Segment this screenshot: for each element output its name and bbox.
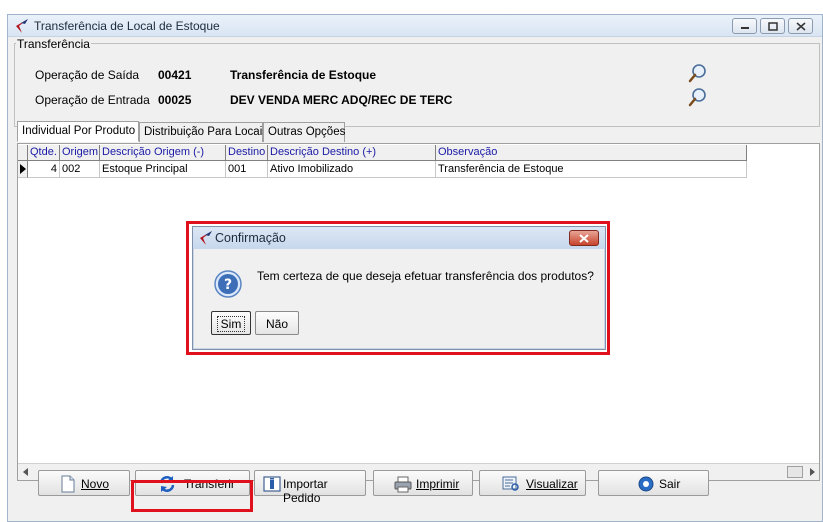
svg-text:?: ? <box>224 277 232 293</box>
scroll-thumb[interactable] <box>787 466 803 478</box>
app-logo-icon <box>200 231 212 245</box>
cell-descricao-destino[interactable]: Ativo Imobilizado <box>268 161 436 178</box>
imprimir-label: Imprimir <box>416 477 460 491</box>
grid-corner <box>18 145 28 161</box>
new-document-icon <box>61 475 75 493</box>
cell-origem[interactable]: 002 <box>60 161 100 178</box>
sair-button[interactable]: Sair <box>598 470 709 496</box>
minimize-icon <box>741 27 749 29</box>
cell-descricao-origem[interactable]: Estoque Principal <box>100 161 226 178</box>
maximize-button[interactable] <box>760 18 785 34</box>
imprimir-button[interactable]: Imprimir <box>373 470 473 496</box>
cell-observacao[interactable]: Transferência de Estoque <box>436 161 747 178</box>
tab-outras-opcoes[interactable]: Outras Opções <box>263 122 345 142</box>
visualizar-button[interactable]: Visualizar <box>479 470 586 496</box>
novo-button[interactable]: Novo <box>38 470 130 496</box>
sair-label: Sair <box>659 477 681 491</box>
cell-destino[interactable]: 001 <box>226 161 268 178</box>
maximize-icon <box>768 22 778 31</box>
tab-label: Individual Por Produto <box>22 125 136 137</box>
no-label: Não <box>265 317 288 331</box>
col-header-qtde[interactable]: Qtde. <box>28 145 60 161</box>
title-bar[interactable]: Transferência de Local de Estoque <box>8 15 822 37</box>
entrada-code[interactable]: 00025 <box>158 93 191 107</box>
transferencia-legend: Transferência <box>16 37 91 51</box>
row-indicator <box>18 161 28 178</box>
preview-icon <box>502 476 519 491</box>
transfer-icon <box>159 476 175 492</box>
dialog-title: Confirmação <box>215 231 286 245</box>
col-header-descricao-origem[interactable]: Descrição Origem (-) <box>100 145 226 161</box>
close-icon <box>579 234 589 243</box>
saida-label: Operação de Saída <box>35 68 140 82</box>
minimize-button[interactable] <box>732 18 757 34</box>
app-logo-icon <box>16 19 28 33</box>
exit-icon <box>638 476 654 492</box>
confirmation-dialog: Confirmação ? Tem certeza de que deseja … <box>192 226 606 350</box>
printer-icon <box>394 476 412 493</box>
tab-label: Distribuição Para Locais <box>144 126 269 138</box>
import-icon <box>263 476 281 492</box>
col-header-descricao-destino[interactable]: Descrição Destino (+) <box>268 145 436 161</box>
entrada-label: Operação de Entrada <box>35 93 150 107</box>
importar-pedido-button[interactable]: Importar Pedido <box>254 470 366 505</box>
tab-label: Outras Opções <box>268 126 346 138</box>
yes-button[interactable]: Sim <box>211 311 251 335</box>
transferir-button[interactable]: Transferir <box>135 470 250 496</box>
window-title: Transferência de Local de Estoque <box>34 19 220 33</box>
tab-distribuicao-para-locais[interactable]: Distribuição Para Locais <box>139 122 268 142</box>
scroll-right-icon[interactable] <box>808 468 816 476</box>
col-header-observacao[interactable]: Observação <box>436 145 747 161</box>
visualizar-label: Visualizar <box>526 477 578 491</box>
novo-label: Novo <box>81 477 110 491</box>
saida-description: Transferência de Estoque <box>230 68 377 82</box>
no-button[interactable]: Não <box>255 311 299 335</box>
transferencia-group <box>14 43 820 127</box>
close-button[interactable] <box>788 18 813 34</box>
transferir-label: Transferir <box>184 477 235 491</box>
importar-label: Importar Pedido <box>283 477 328 505</box>
cell-qtde[interactable]: 4 <box>28 161 60 178</box>
question-icon: ? <box>214 270 242 298</box>
col-header-origem[interactable]: Origem <box>60 145 100 161</box>
entrada-description: DEV VENDA MERC ADQ/REC DE TERC <box>230 93 453 107</box>
dialog-title-bar[interactable]: Confirmação <box>193 227 605 249</box>
saida-lookup-icon[interactable] <box>688 63 708 83</box>
dialog-message: Tem certeza de que deseja efetuar transf… <box>257 269 594 283</box>
tab-individual-por-produto[interactable]: Individual Por Produto <box>17 121 139 142</box>
yes-label: Sim <box>216 316 246 332</box>
scroll-left-icon[interactable] <box>22 468 30 476</box>
col-header-destino[interactable]: Destino <box>226 145 268 161</box>
dialog-close-button[interactable] <box>569 230 599 246</box>
current-row-icon <box>20 164 26 174</box>
saida-code[interactable]: 00421 <box>158 68 191 82</box>
close-icon <box>796 22 806 31</box>
entrada-lookup-icon[interactable] <box>688 87 708 107</box>
